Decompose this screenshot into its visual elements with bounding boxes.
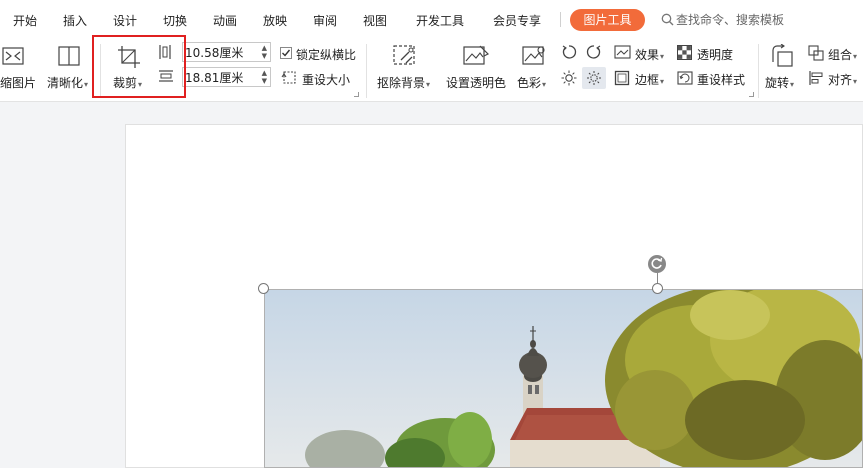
search-icon [661,13,674,26]
clarity-icon [58,46,80,66]
compress-picture-icon [2,47,24,65]
tab-animation[interactable]: 动画 [213,12,237,29]
rotate-icon [772,43,793,67]
spin-down-icon[interactable]: ▼ [262,53,267,60]
remove-background-button[interactable] [392,44,418,71]
rotate-handle-icon [651,257,663,269]
resize-handle-top-center[interactable] [652,283,663,294]
spin-up-icon[interactable]: ▲ [262,70,267,77]
align-button[interactable]: 对齐▾ [828,71,857,88]
transparency-icon[interactable] [677,45,692,60]
ribbon-tab-bar: 开始 插入 设计 切换 动画 放映 审阅 视图 开发工具 会员专享 图片工具 查… [0,0,863,38]
reset-style-button[interactable]: 重设样式 [697,71,745,88]
tab-design[interactable]: 设计 [113,12,137,29]
ribbon-divider [758,44,759,98]
tab-transition[interactable]: 切换 [163,12,187,29]
remove-background-icon [393,45,415,65]
style-dialog-launcher[interactable] [749,92,754,97]
rotate-left-icon[interactable] [561,44,577,60]
chevron-down-icon: ▾ [790,80,795,89]
transparency-button[interactable]: 透明度 [697,46,733,63]
tab-view[interactable]: 视图 [363,12,387,29]
border-button[interactable]: 边框▾ [635,71,664,88]
ribbon-divider [366,44,367,98]
chevron-down-icon: ▾ [542,80,547,89]
rotation-handle[interactable] [648,255,666,273]
remove-background-label: 抠除背景▾ [377,76,431,90]
search-placeholder: 查找命令、搜索模板 [676,13,785,27]
chevron-down-icon: ▾ [426,80,431,89]
command-search[interactable]: 查找命令、搜索模板 [661,11,784,28]
effects-icon[interactable] [614,44,631,60]
tab-review[interactable]: 审阅 [313,12,337,29]
decrease-brightness-button[interactable] [582,67,606,89]
lock-ratio-checkbox[interactable] [280,47,292,59]
group-button[interactable]: 组合▾ [828,46,857,63]
resize-handle-top-left[interactable] [258,283,269,294]
group-icon[interactable] [808,45,824,61]
set-transparent-color-label: 设置透明色 [446,76,507,90]
chevron-down-icon: ▾ [84,80,89,89]
reset-size-button[interactable]: 重设大小 [302,71,350,88]
width-input[interactable] [185,44,255,60]
width-spinner: ▲ ▼ [182,42,271,62]
chevron-down-icon: ▾ [660,52,665,61]
tab-member[interactable]: 会员专享 [493,12,541,29]
increase-brightness-icon[interactable] [561,70,577,86]
lock-ratio-label: 锁定纵横比 [296,48,357,62]
tab-developer[interactable]: 开发工具 [416,12,464,29]
church-landscape-image [265,290,862,467]
tab-divider [560,12,561,27]
reset-style-icon[interactable] [677,70,694,86]
chevron-down-icon: ▾ [853,77,858,86]
set-transparent-color-button[interactable] [462,44,490,71]
color-label: 色彩▾ [517,76,547,90]
height-spinner: ▲ ▼ [182,67,271,87]
rotate-right-icon[interactable] [586,44,602,60]
border-icon[interactable] [614,70,630,86]
effects-button[interactable]: 效果▾ [635,46,664,63]
spin-up-icon[interactable]: ▲ [262,45,267,52]
compress-picture-label: 缩图片 [0,76,37,90]
clarity-button[interactable] [58,45,80,70]
chevron-down-icon: ▾ [853,52,858,61]
selected-picture[interactable] [264,289,863,468]
color-icon [522,46,545,65]
align-icon[interactable] [808,70,824,86]
spin-down-icon[interactable]: ▼ [262,78,267,85]
color-button[interactable] [521,44,547,71]
decrease-brightness-icon [587,71,601,85]
checkmark-icon [282,49,291,57]
tab-insert[interactable]: 插入 [63,12,87,29]
tab-home[interactable]: 开始 [13,12,37,29]
reset-size-icon[interactable] [281,70,297,85]
rotate-label: 旋转▾ [765,76,795,90]
set-transparent-color-icon [463,45,490,65]
height-input[interactable] [185,69,255,85]
tab-slideshow[interactable]: 放映 [263,12,287,29]
chevron-down-icon: ▾ [660,77,665,86]
crop-highlight-box [92,35,186,98]
rotate-button[interactable] [770,43,794,71]
clarity-label: 清晰化▾ [47,76,89,90]
tab-picture-tools[interactable]: 图片工具 [570,9,645,31]
size-dialog-launcher[interactable] [354,92,359,97]
